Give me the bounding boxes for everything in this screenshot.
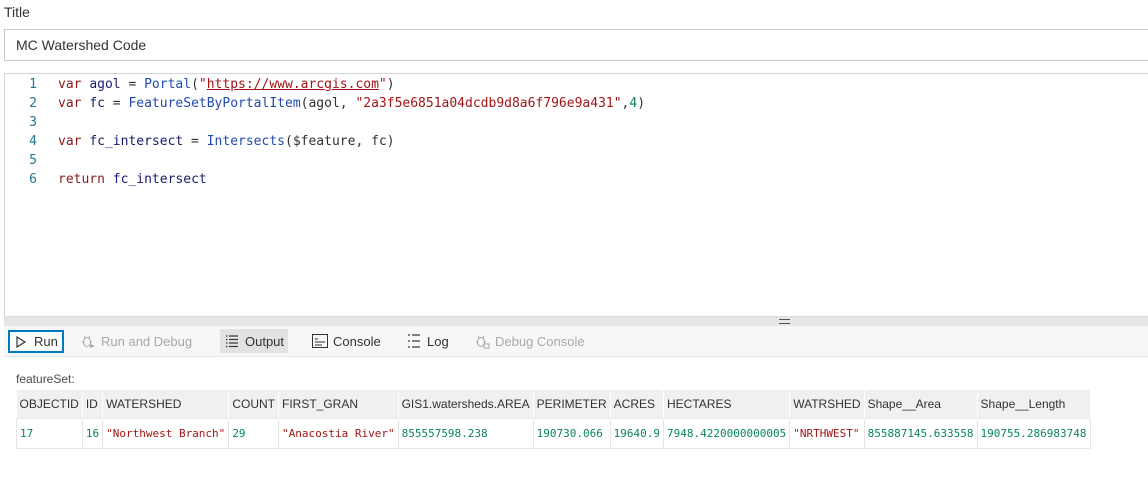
table-cell: 29 bbox=[228, 417, 279, 449]
title-label: Title bbox=[4, 4, 30, 20]
line-number: 1 bbox=[29, 77, 37, 92]
debug-console-icon bbox=[474, 333, 490, 349]
featureset-label: featureSet: bbox=[16, 372, 75, 386]
column-header: FIRST_GRAN bbox=[278, 390, 399, 418]
code-token: Intersects bbox=[206, 134, 285, 149]
run-and-debug-label: Run and Debug bbox=[101, 333, 193, 349]
run-and-debug-button[interactable]: Run and Debug bbox=[76, 329, 196, 353]
line-number: 4 bbox=[29, 134, 37, 149]
debug-console-label: Debug Console bbox=[495, 333, 585, 349]
output-toolbar: Run Run and Debug Output Console Log Deb… bbox=[4, 326, 1148, 357]
code-token: ) bbox=[637, 96, 646, 111]
code-token: fc_intersect bbox=[112, 172, 207, 187]
table-cell: "NRTHWEST" bbox=[789, 417, 865, 449]
code-token: "2a3f5e6851a04dcdb9d8a6f796e9a431" bbox=[355, 96, 622, 111]
table-cell: 190755.286983748 bbox=[977, 417, 1091, 449]
tab-output[interactable]: Output bbox=[220, 329, 289, 353]
code-text: return fc_intersect bbox=[58, 170, 207, 189]
code-text: var fc_intersect = Intersects($feature, … bbox=[58, 132, 395, 151]
column-header: ACRES bbox=[610, 390, 665, 418]
tab-console[interactable]: Console bbox=[308, 329, 385, 353]
code-token: ) bbox=[386, 77, 395, 92]
code-token: var bbox=[58, 77, 90, 92]
table-header-row: OBJECTID ID WATERSHED COUNT FIRST_GRAN GIS1.w… bbox=[16, 390, 1091, 418]
tab-debug-console[interactable]: Debug Console bbox=[470, 329, 589, 353]
results-panel: featureSet: OBJECTID ID WATERSHED COUNT FIRS… bbox=[4, 357, 1148, 480]
code-token: ( bbox=[191, 77, 199, 92]
code-token: " bbox=[378, 77, 387, 92]
panel-splitter[interactable] bbox=[4, 316, 1148, 326]
code-token: return bbox=[58, 172, 113, 187]
title-input[interactable] bbox=[4, 29, 1148, 61]
column-header: Shape__Length bbox=[977, 390, 1091, 418]
log-label: Log bbox=[427, 333, 449, 349]
code-token: ($feature, fc) bbox=[285, 134, 395, 149]
table-cell: 16 bbox=[82, 417, 104, 449]
table-row: 17 16 "Northwest Branch" 29 "Anacostia River… bbox=[16, 417, 1091, 449]
table-cell: 19640.9 bbox=[610, 417, 665, 449]
console-label: Console bbox=[333, 333, 381, 349]
drag-handle-icon[interactable] bbox=[779, 319, 790, 324]
line-number: 2 bbox=[29, 96, 37, 111]
code-text: var fc = FeatureSetByPortalItem(agol, "2… bbox=[58, 94, 645, 113]
line-number: 5 bbox=[29, 153, 37, 168]
code-editor[interactable]: 1 var agol = Portal("https://www.arcgis.c… bbox=[4, 73, 1148, 316]
output-label: Output bbox=[245, 333, 285, 349]
code-token: " bbox=[198, 77, 207, 92]
table-cell: 855887145.633558 bbox=[864, 417, 978, 449]
code-token: fc_intersect bbox=[89, 134, 184, 149]
run-button[interactable]: Run bbox=[8, 330, 64, 353]
code-token: https://www.arcgis.com bbox=[206, 77, 379, 92]
column-header: WATERSHED bbox=[102, 390, 230, 418]
code-token: FeatureSetByPortalItem bbox=[128, 96, 301, 111]
log-list-icon bbox=[406, 333, 422, 349]
code-token: = bbox=[120, 77, 145, 92]
debug-bug-icon bbox=[80, 333, 96, 349]
table-cell: "Anacostia River" bbox=[278, 417, 399, 449]
code-text: var agol = Portal("https://www.arcgis.co… bbox=[58, 75, 395, 94]
code-token: var bbox=[58, 96, 90, 111]
column-header: WATRSHED bbox=[789, 390, 865, 418]
code-token: = bbox=[104, 96, 129, 111]
column-header: ID bbox=[82, 390, 104, 418]
table-cell: 7948.4220000000005 bbox=[663, 417, 791, 449]
column-header: HECTARES bbox=[663, 390, 791, 418]
list-icon bbox=[224, 333, 240, 349]
table-cell: "Northwest Branch" bbox=[102, 417, 230, 449]
console-icon bbox=[312, 333, 328, 349]
table-cell: 190730.066 bbox=[533, 417, 611, 449]
column-header: PERIMETER bbox=[533, 390, 611, 418]
column-header: COUNT bbox=[228, 390, 279, 418]
tab-log[interactable]: Log bbox=[402, 329, 453, 353]
code-token: var bbox=[58, 134, 90, 149]
code-token: Portal bbox=[144, 77, 192, 92]
table-cell: 17 bbox=[16, 417, 83, 449]
code-token: agol bbox=[89, 77, 121, 92]
play-icon bbox=[13, 334, 29, 350]
run-label: Run bbox=[34, 334, 58, 349]
line-number: 6 bbox=[29, 172, 37, 187]
code-token: fc bbox=[89, 96, 105, 111]
column-header: OBJECTID bbox=[16, 390, 83, 418]
column-header: Shape__Area bbox=[864, 390, 978, 418]
results-table: OBJECTID ID WATERSHED COUNT FIRST_GRAN GIS1.w… bbox=[16, 390, 1091, 449]
line-number: 3 bbox=[29, 115, 37, 130]
code-token: (agol, bbox=[300, 96, 356, 111]
code-token: = bbox=[183, 134, 207, 149]
column-header: GIS1.watersheds.AREA bbox=[398, 390, 534, 418]
table-cell: 855557598.238 bbox=[398, 417, 534, 449]
